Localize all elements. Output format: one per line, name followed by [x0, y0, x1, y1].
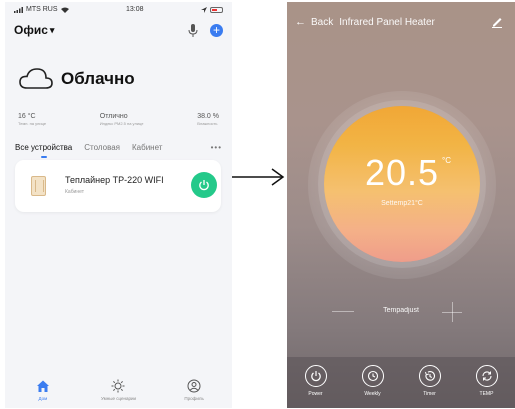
power-icon [199, 180, 209, 191]
nav-smart-scenes[interactable]: Умные сценарии [88, 379, 148, 401]
temperature-dial: 20.5 °C Settemp21°C [324, 106, 480, 262]
more-tabs-button[interactable]: ••• [211, 143, 222, 152]
tab-dining-room[interactable]: Столовая [84, 143, 120, 152]
top-bar: ← Back Infrared Panel Heater [287, 14, 515, 30]
add-device-button[interactable]: + [210, 23, 223, 37]
nav-home[interactable]: Дом [13, 379, 73, 401]
wifi-icon [60, 7, 69, 13]
stat-label: Темп. на улице [18, 121, 47, 126]
refresh-icon [481, 371, 492, 381]
clock-time: 13:08 [125, 6, 144, 13]
control-label: TEMP [479, 391, 494, 397]
clock-icon [367, 370, 378, 382]
device-power-button[interactable] [191, 172, 217, 198]
home-icon [36, 380, 49, 392]
status-bar: MTS RUS 13:08 [5, 2, 232, 17]
stat-value: 16 °C [18, 113, 36, 120]
screenshot: MTS RUS 13:08 Офис ▾ + Облачно 16 °C Тем… [0, 0, 515, 409]
back-arrow-icon[interactable]: ← [295, 16, 306, 28]
temp-control[interactable]: TEMP [467, 365, 507, 408]
stat-pm25: Отлично Индекс PM2.5 на улице [100, 113, 144, 126]
stat-label: Индекс PM2.5 на улице [99, 121, 144, 126]
battery-icon [210, 6, 223, 13]
device-title: Infrared Panel Heater [339, 16, 435, 28]
tab-office[interactable]: Кабинет [132, 143, 162, 152]
carrier-label: MTS RUS [26, 6, 58, 13]
room-tabs: Все устройства Столовая Кабинет ••• [5, 140, 232, 158]
bottom-navigation: Дом Умные сценарии Профиль [5, 374, 232, 408]
microphone-icon[interactable] [188, 23, 198, 37]
stat-value: Отлично [99, 113, 128, 120]
edit-icon[interactable] [491, 16, 503, 28]
smart-life-home-screen: MTS RUS 13:08 Офис ▾ + Облачно 16 °C Тем… [5, 2, 232, 408]
timer-control[interactable]: Timer [410, 365, 450, 408]
back-button[interactable]: Back [311, 17, 333, 28]
nav-profile[interactable]: Профиль [164, 379, 224, 401]
nav-label: Умные сценарии [100, 396, 136, 401]
control-label: Timer [423, 391, 436, 397]
weather-stats: 16 °C Темп. на улице Отлично Индекс PM2.… [5, 113, 232, 126]
timer-icon [424, 371, 435, 381]
temperature-unit: °C [442, 156, 451, 165]
weather-condition: Облачно [61, 69, 135, 88]
arrow-right-icon [232, 168, 285, 186]
set-temperature: Settemp21°C [381, 200, 423, 207]
temp-adjust-row: Tempadjust [287, 302, 515, 322]
device-room: Кабинет [65, 189, 85, 195]
tab-all-devices[interactable]: Все устройства [15, 143, 72, 158]
current-temperature: 20.5 [364, 152, 440, 193]
power-icon [310, 371, 321, 382]
nav-label: Дом [38, 396, 48, 401]
control-label: Power [308, 391, 323, 397]
temp-adjust-label: Tempadjust [383, 307, 419, 314]
chevron-down-icon: ▾ [49, 24, 55, 35]
power-control[interactable]: Power [296, 365, 336, 408]
weather-block: Облачно [5, 61, 232, 97]
control-label: Weekly [364, 391, 381, 397]
stat-outdoor-temp: 16 °C Темп. на улице [18, 113, 46, 126]
signal-icon [14, 6, 23, 13]
cloud-icon [19, 68, 53, 89]
device-card[interactable]: Теплайнер TP-220 WIFI Кабинет [15, 160, 221, 212]
control-bar: Power Weekly Timer TEMP [287, 357, 515, 408]
profile-icon [187, 379, 201, 393]
stat-humidity: 38.0 % Влажность [197, 113, 219, 126]
nav-label: Профиль [184, 396, 204, 401]
stat-value: 38.0 % [197, 113, 219, 120]
heater-thumbnail [31, 176, 46, 196]
sun-icon [111, 379, 125, 393]
home-selector[interactable]: Офис ▾ [14, 23, 54, 37]
weekly-control[interactable]: Weekly [353, 365, 393, 408]
location-icon [201, 6, 207, 13]
home-name: Офис [14, 23, 48, 37]
stat-label: Влажность [197, 121, 218, 126]
device-name: Теплайнер TP-220 WIFI [65, 175, 164, 185]
heater-control-screen: ← Back Infrared Panel Heater 20.5 °C Set… [287, 2, 515, 408]
home-header: Офис ▾ + [5, 19, 232, 41]
increase-temp-button[interactable] [442, 302, 462, 322]
